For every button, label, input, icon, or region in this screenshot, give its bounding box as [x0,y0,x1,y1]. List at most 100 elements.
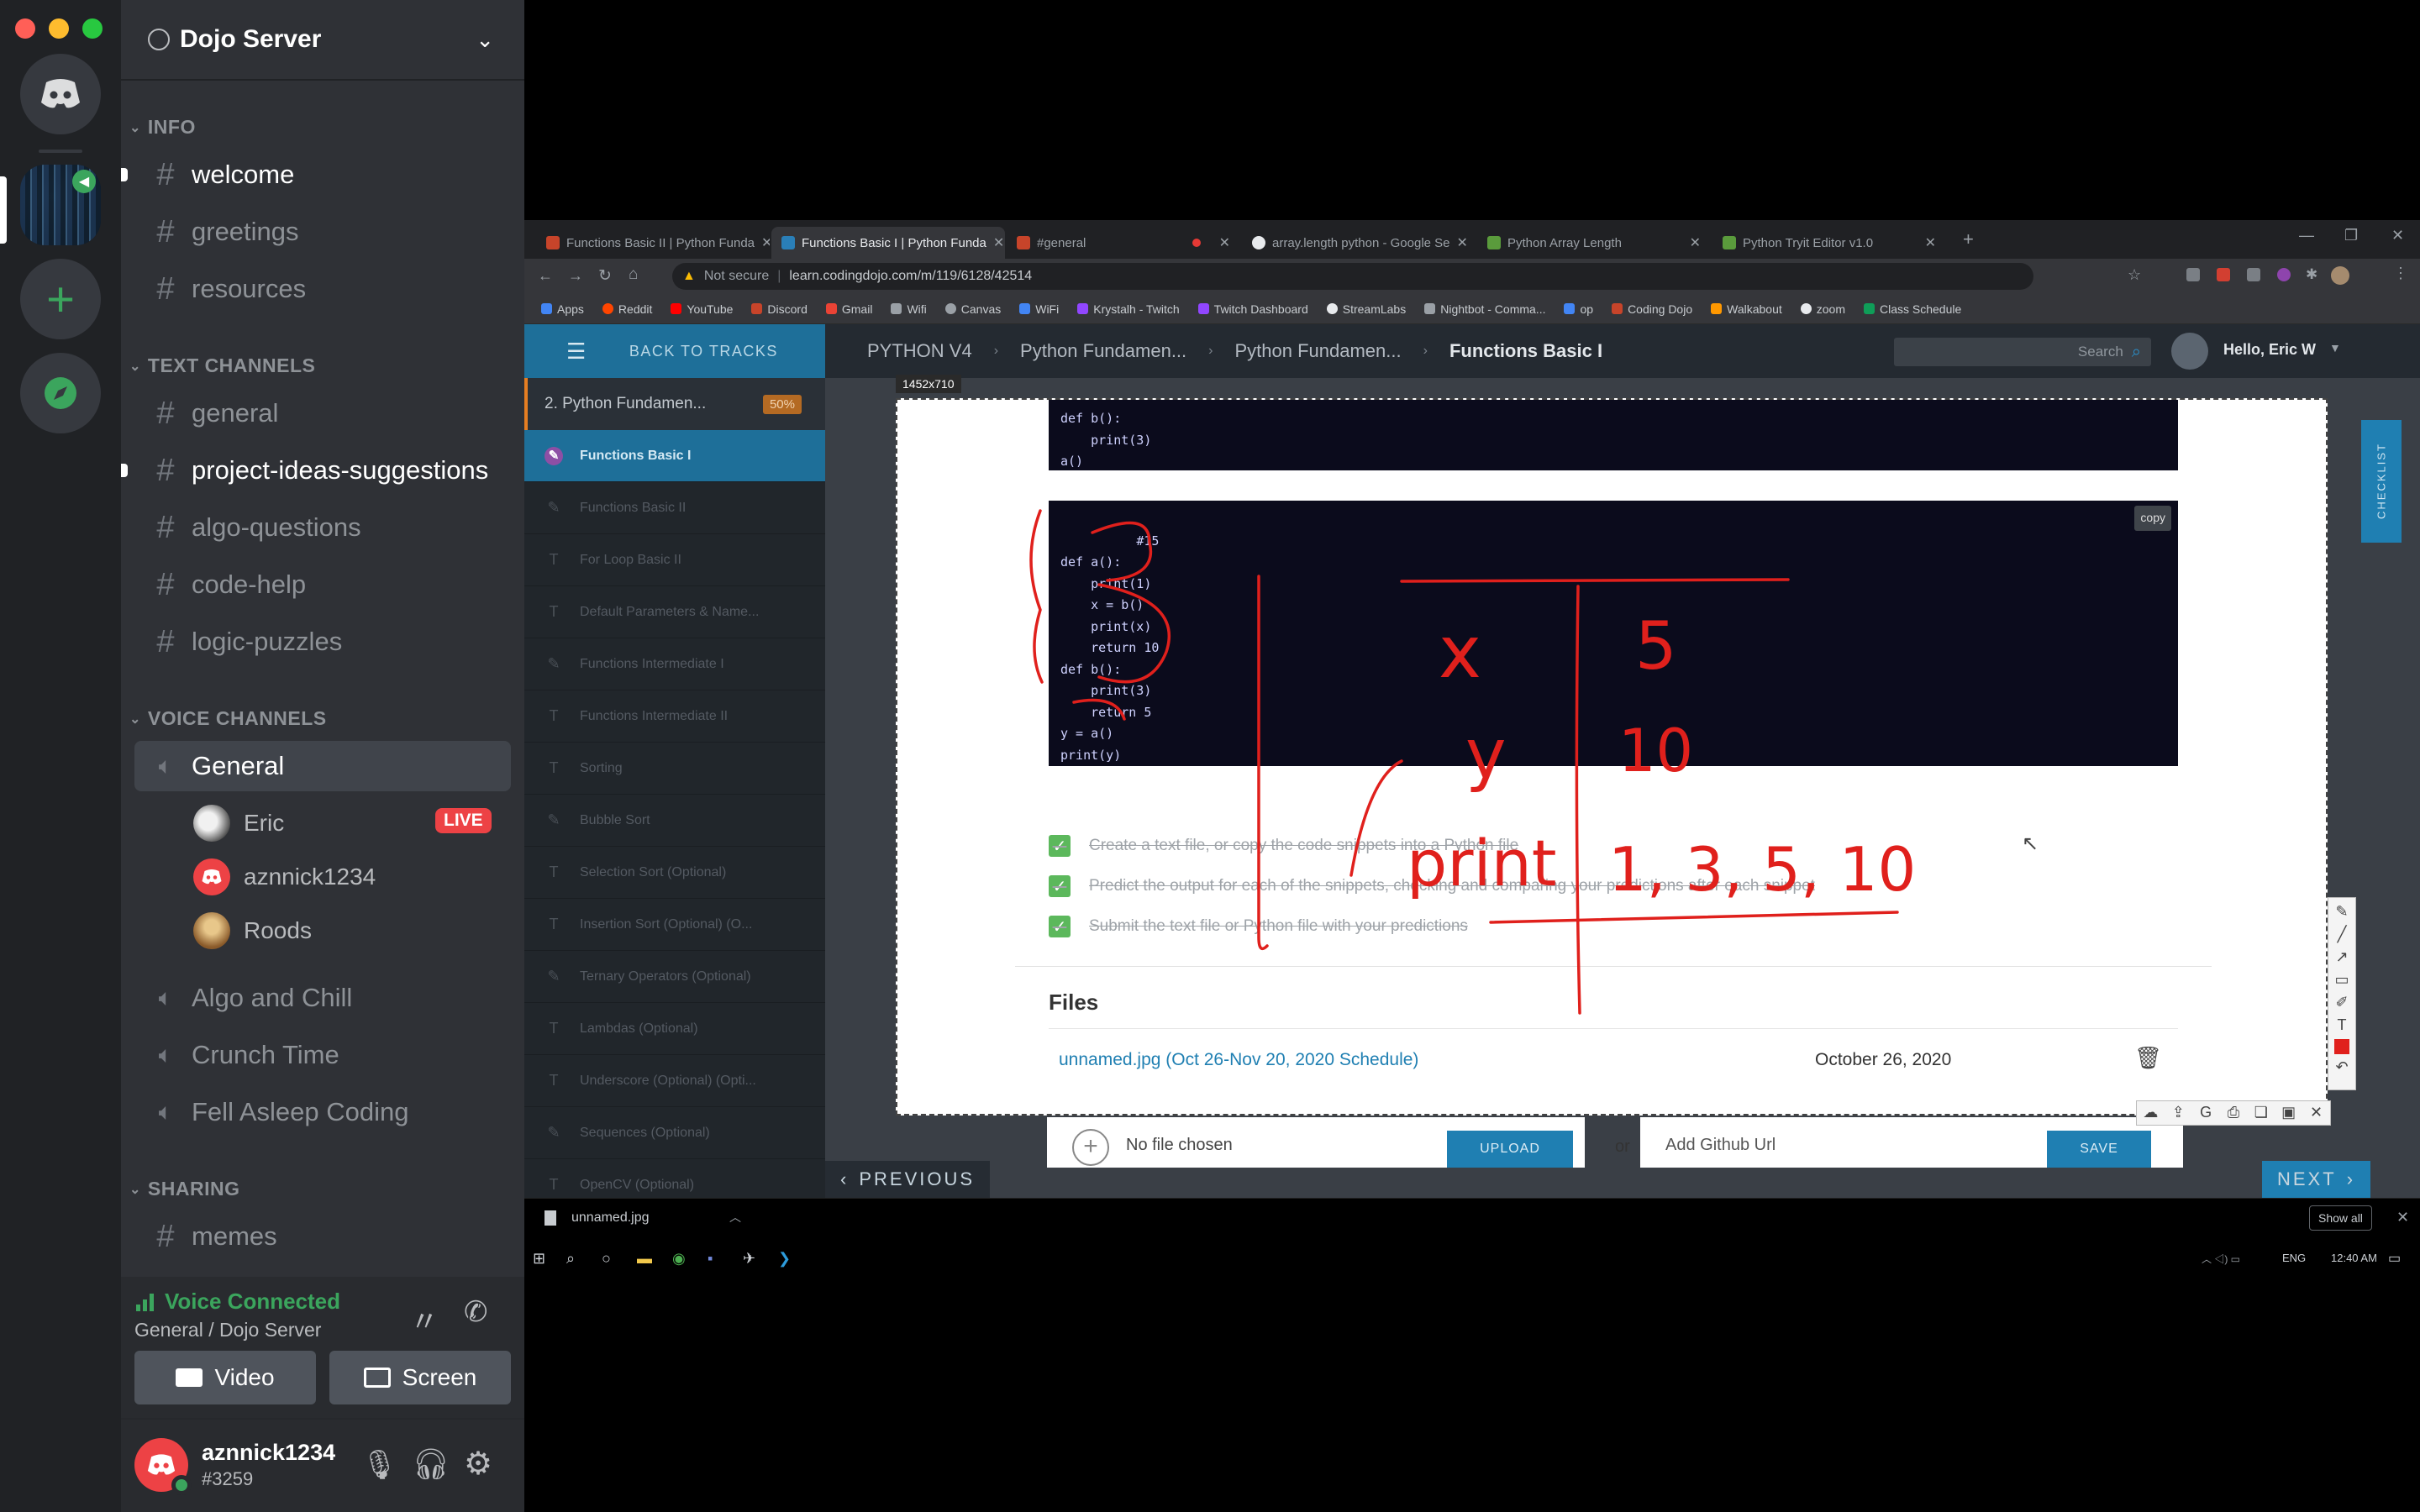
minimize-window-button[interactable] [49,18,69,39]
bookmark[interactable]: Canvas [944,302,1001,316]
channel-memes[interactable]: # memes [134,1211,511,1262]
bookmark[interactable]: Apps [541,302,584,316]
pen-icon[interactable]: ✎ [2333,903,2351,921]
lesson-menu-item[interactable]: ✎ Ternary Operators (Optional) [524,951,825,1003]
bookmark[interactable]: Discord [751,302,808,316]
channel-resources[interactable]: # resources [134,264,511,314]
lesson-menu-item[interactable]: T Functions Intermediate II [524,690,825,743]
lesson-menu-item[interactable]: ✎ Sequences (Optional) [524,1107,825,1159]
download-file[interactable]: unnamed.jpg [571,1210,650,1226]
previous-button[interactable]: ‹ PREVIOUS [825,1161,991,1198]
lesson-menu-item[interactable]: T Insertion Sort (Optional) (O... [524,899,825,951]
bookmark[interactable]: Coding Dojo [1612,302,1692,316]
show-all-button[interactable]: Show all [2309,1205,2372,1231]
channel-greetings[interactable]: # greetings [134,207,511,257]
close-icon[interactable]: ✕ [1457,234,1468,251]
lesson-menu-item[interactable]: T Selection Sort (Optional) [524,847,825,899]
channel-code-help[interactable]: # code-help [134,559,511,610]
star-icon[interactable]: ☆ [2128,266,2141,284]
browser-tab[interactable]: Python Tryit Editor v1.0 ✕ [1712,227,1946,259]
bookmark[interactable]: Krystalh - Twitch [1077,302,1180,316]
breadcrumb-item[interactable]: Python Fundamen... [1020,340,1186,362]
close-icon[interactable]: ✕ [2391,227,2404,244]
channel-welcome[interactable]: # welcome [121,150,511,200]
user-avatar[interactable] [134,1438,192,1495]
search-icon[interactable]: ⌕ [566,1250,583,1267]
lesson-menu-item[interactable]: ✎ Functions Basic I [524,430,825,482]
channel-algo-questions[interactable]: # algo-questions [134,502,511,553]
noise-suppression-icon[interactable]: 〃 [410,1299,439,1340]
close-icon[interactable]: ✕ [2307,1104,2325,1122]
text-icon[interactable]: T [2333,1016,2351,1035]
channel-project-ideas-suggestions[interactable]: # project-ideas-suggestions [121,445,511,496]
rectangle-icon[interactable]: ▭ [2333,971,2351,990]
bookmark[interactable]: zoom [1800,302,1845,316]
bookmark[interactable]: YouTube [671,302,733,316]
bookmark[interactable]: Nightbot - Comma... [1424,302,1545,316]
video-button[interactable]: Video [134,1351,316,1404]
screen-share-button[interactable]: Screen [329,1351,511,1404]
close-icon[interactable]: ✕ [1219,234,1230,251]
file-upload-box[interactable]: + No file chosen UPLOAD [1047,1117,1585,1168]
user-greeting[interactable]: Hello, Eric W [2223,341,2316,359]
category-voice-channels[interactable]: ⌄ VOICE CHANNELS [129,707,327,730]
hamburger-menu-icon[interactable]: ☰ [566,339,587,365]
voice-status-location[interactable]: General / Dojo Server [134,1319,321,1341]
bookmark[interactable]: op [1564,302,1593,316]
voice-user-roods[interactable]: Roods [193,907,312,954]
close-icon[interactable]: ✕ [2396,1209,2409,1226]
home-icon[interactable]: ⌂ [629,265,638,284]
zoom-window-button[interactable] [82,18,103,39]
channel-general[interactable]: # general [134,388,511,438]
close-icon[interactable]: ✕ [993,234,1004,251]
close-window-button[interactable] [15,18,35,39]
extension-icon[interactable] [2247,268,2260,281]
copy-icon[interactable]: ❏ [2252,1104,2270,1122]
bookmark[interactable]: StreamLabs [1326,302,1406,316]
discord-icon[interactable]: ▪ [708,1250,724,1267]
browser-tab[interactable]: array.length python - Google Se ✕ [1242,227,1476,259]
bookmark[interactable]: Walkabout [1711,302,1782,316]
save-icon[interactable]: ▣ [2280,1104,2298,1122]
arrow-icon[interactable]: ↗ [2333,948,2351,967]
lesson-menu-item[interactable]: T For Loop Basic II [524,534,825,586]
chevron-up-icon[interactable]: ︿ [729,1209,741,1226]
home-button[interactable] [20,54,101,134]
bookmark[interactable]: Twitch Dashboard [1197,302,1308,316]
notifications-icon[interactable]: ▭ [2388,1250,2401,1267]
app-icon[interactable]: ✈ [743,1250,760,1267]
bookmark[interactable]: WiFi [1019,302,1059,316]
microphone-icon[interactable]: 🎙︎ [361,1448,397,1482]
extension-icon[interactable] [2186,268,2200,281]
minimize-icon[interactable]: — [2299,227,2314,244]
language-indicator[interactable]: ENG [2282,1252,2306,1264]
search-icon[interactable]: ⌕ [2132,343,2141,362]
cortana-icon[interactable]: ○ [602,1250,618,1267]
lesson-menu-item[interactable]: T Underscore (Optional) (Opti... [524,1055,825,1107]
extension-icon[interactable] [2277,268,2291,281]
channel-logic-puzzles[interactable]: # logic-puzzles [134,617,511,667]
save-button[interactable]: SAVE [2047,1131,2151,1168]
chevron-down-icon[interactable]: ▼ [2329,341,2341,354]
upload-button[interactable]: UPLOAD [1447,1131,1573,1168]
voice-channel-fell-asleep-coding[interactable]: 🔈︎ Fell Asleep Coding [134,1087,511,1137]
lesson-menu-item[interactable]: T Lambdas (Optional) [524,1003,825,1055]
new-tab-icon[interactable]: + [1963,228,1974,250]
restore-icon[interactable]: ❐ [2344,227,2358,244]
site-search-input[interactable]: Search ⌕ [1894,338,2151,366]
user-avatar[interactable] [2171,333,2208,370]
forward-arrow-icon[interactable]: → [568,267,583,285]
disconnect-call-icon[interactable]: ✆ [464,1295,488,1329]
plus-icon[interactable]: + [1072,1129,1109,1166]
google-icon[interactable]: G [2196,1104,2215,1122]
lesson-menu-item[interactable]: ✎ Bubble Sort [524,795,825,847]
line-icon[interactable]: ╱ [2333,926,2351,944]
bookmark[interactable]: Class Schedule [1863,302,1961,316]
undo-icon[interactable]: ↶ [2333,1058,2351,1077]
checklist-tab[interactable]: CHECKLIST [2361,420,2402,543]
back-arrow-icon[interactable]: ← [538,267,553,285]
bookmark[interactable]: Gmail [825,302,872,316]
marker-icon[interactable]: ✐ [2333,994,2351,1012]
headphones-icon[interactable]: 🎧︎ [412,1446,450,1482]
windows-start-icon[interactable]: ⊞ [533,1250,550,1267]
